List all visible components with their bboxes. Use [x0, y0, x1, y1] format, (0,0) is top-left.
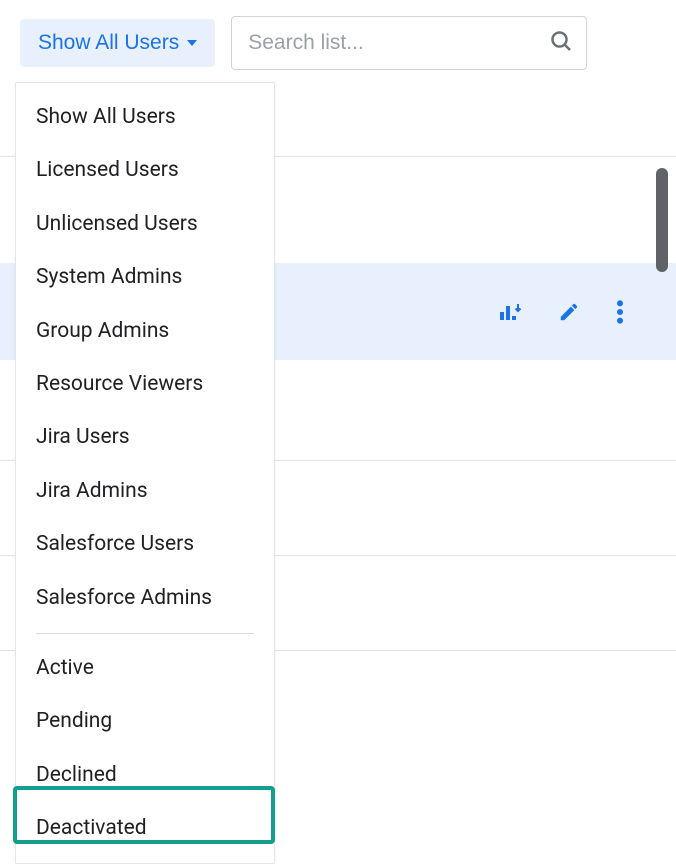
- dropdown-item-active[interactable]: Active: [16, 642, 274, 695]
- dropdown-item-salesforce-admins[interactable]: Salesforce Admins: [16, 572, 274, 625]
- dropdown-item-unlicensed-users[interactable]: Unlicensed Users: [16, 198, 274, 251]
- dropdown-item-licensed-users[interactable]: Licensed Users: [16, 144, 274, 197]
- top-bar: Show All Users: [0, 0, 676, 86]
- dropdown-item-jira-users[interactable]: Jira Users: [16, 411, 274, 464]
- search-icon: [549, 29, 573, 57]
- more-options-icon[interactable]: [616, 299, 624, 325]
- dropdown-divider: [36, 633, 254, 634]
- search-input[interactable]: [231, 16, 587, 70]
- dropdown-item-system-admins[interactable]: System Admins: [16, 251, 274, 304]
- vertical-scrollbar[interactable]: [656, 168, 668, 272]
- dropdown-item-deactivated[interactable]: Deactivated: [16, 802, 274, 855]
- dropdown-item-salesforce-users[interactable]: Salesforce Users: [16, 518, 274, 571]
- dropdown-item-group-admins[interactable]: Group Admins: [16, 305, 274, 358]
- dropdown-item-show-all-users[interactable]: Show All Users: [16, 91, 274, 144]
- caret-down-icon: [187, 40, 197, 46]
- chart-sort-icon[interactable]: [498, 300, 522, 324]
- dropdown-item-resource-viewers[interactable]: Resource Viewers: [16, 358, 274, 411]
- dropdown-item-declined[interactable]: Declined: [16, 749, 274, 802]
- dropdown-item-jira-admins[interactable]: Jira Admins: [16, 465, 274, 518]
- filter-dropdown-menu: Show All Users Licensed Users Unlicensed…: [15, 82, 275, 864]
- filter-dropdown-button[interactable]: Show All Users: [20, 19, 215, 67]
- dropdown-item-pending[interactable]: Pending: [16, 695, 274, 748]
- filter-label: Show All Users: [38, 31, 179, 55]
- edit-pencil-icon[interactable]: [558, 301, 580, 323]
- search-wrapper: [231, 16, 587, 70]
